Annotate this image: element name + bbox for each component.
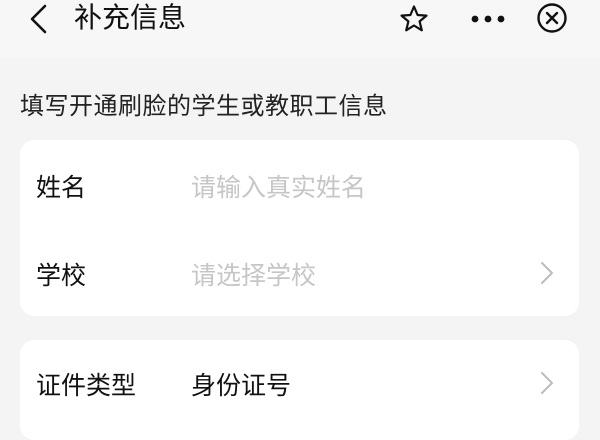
more-options-button[interactable] (468, 1, 508, 37)
school-label: 学校 (36, 261, 87, 290)
school-field-row[interactable]: 学校 请选择学校 (20, 242, 579, 302)
form-instruction-text: 填写开通刷脸的学生或教职工信息 (20, 92, 388, 120)
top-navigation-bar: 补充信息 (0, 0, 600, 58)
page-title: 补充信息 (74, 1, 187, 34)
name-label: 姓名 (36, 173, 87, 202)
close-button[interactable] (534, 0, 570, 36)
chevron-left-icon (30, 4, 47, 34)
close-circle-icon (537, 3, 567, 33)
id-type-label: 证件类型 (36, 371, 137, 400)
basic-info-card: 姓名 请输入真实姓名 学校 请选择学校 (20, 140, 579, 316)
back-button[interactable] (22, 2, 56, 36)
name-field-row[interactable]: 姓名 请输入真实姓名 (20, 154, 579, 214)
chevron-right-icon (541, 262, 553, 284)
id-type-field-row[interactable]: 证件类型 身份证号 (20, 352, 579, 412)
id-type-select[interactable]: 身份证号 (191, 366, 291, 402)
more-dots-icon (471, 15, 505, 23)
star-icon (400, 5, 428, 32)
school-select[interactable]: 请选择学校 (191, 256, 316, 292)
id-info-card: 证件类型 身份证号 (20, 340, 579, 440)
name-input[interactable]: 请输入真实姓名 (191, 168, 366, 204)
favorite-button[interactable] (396, 1, 432, 37)
chevron-right-icon (541, 372, 553, 394)
